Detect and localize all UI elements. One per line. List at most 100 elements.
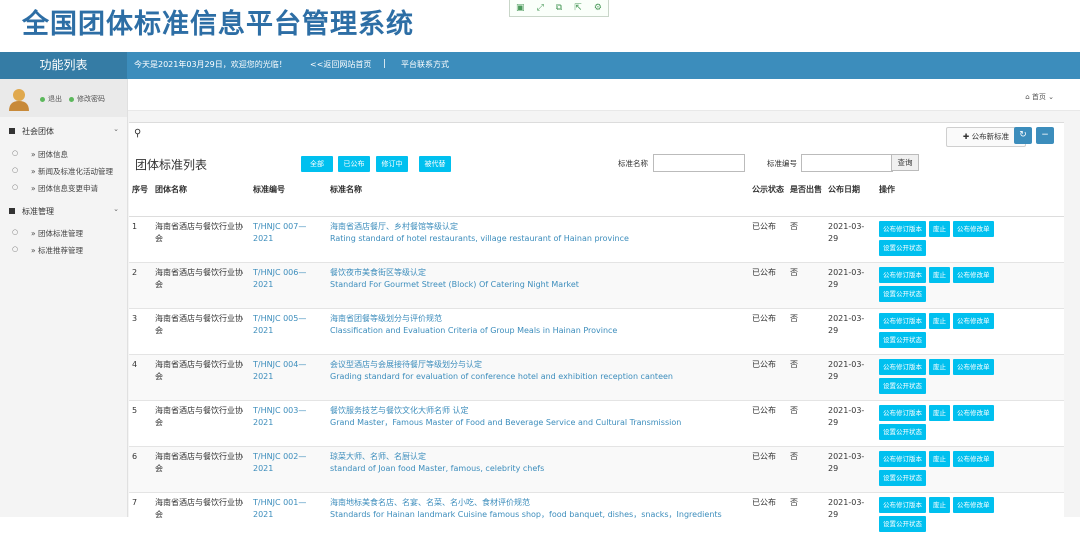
cell-actions: 公布修订版本废止公布修改单设置公开状态 [876, 309, 1064, 355]
set-visibility-button[interactable]: 设置公开状态 [879, 286, 926, 302]
cell-code[interactable]: T/HNJC 001—2021 [250, 493, 327, 538]
publish-amendment-button[interactable]: 公布修改单 [953, 313, 994, 329]
publish-revision-button[interactable]: 公布修订版本 [879, 451, 926, 467]
abolish-button[interactable]: 废止 [929, 405, 950, 421]
filter-replaced-button[interactable]: 被代替 [419, 156, 451, 172]
abolish-button[interactable]: 废止 [929, 497, 950, 513]
publish-revision-button[interactable]: 公布修订版本 [879, 359, 926, 375]
cell-name[interactable]: 餐饮服务技艺与餐饮文化大师名师 认定Grand Master，Famous Ma… [327, 401, 749, 447]
publish-amendment-button[interactable]: 公布修改单 [953, 221, 994, 237]
abolish-button[interactable]: 废止 [929, 221, 950, 237]
filter-published-button[interactable]: 已公布 [338, 156, 370, 172]
settings-icon[interactable]: ⚙ [594, 3, 602, 13]
name-en[interactable]: Grand Master，Famous Master of Food and B… [330, 417, 746, 429]
refresh-button[interactable]: ↻ [1014, 127, 1032, 144]
action-group: 公布修订版本废止公布修改单设置公开状态 [879, 451, 1029, 486]
query-button[interactable]: 查询 [891, 154, 919, 171]
set-visibility-button[interactable]: 设置公开状态 [879, 378, 926, 394]
set-visibility-button[interactable]: 设置公开状态 [879, 470, 926, 486]
publish-revision-button[interactable]: 公布修订版本 [879, 221, 926, 237]
col-header-sale: 是否出售 [787, 180, 825, 217]
home-crumb[interactable]: ⌂ 首页 ⌄ [1025, 92, 1054, 102]
cell-name[interactable]: 餐饮夜市美食街区等级认定Standard For Gourmet Street … [327, 263, 749, 309]
expand-icon[interactable]: ⤢ [537, 3, 544, 13]
table-row: 3海南省酒店与餐饮行业协会T/HNJC 005—2021海南省团餐等级划分与评价… [129, 309, 1064, 355]
collapse-button[interactable]: − [1036, 127, 1054, 144]
cell-status: 已公布 [749, 493, 787, 538]
copy-icon[interactable]: ⧉ [556, 3, 562, 13]
circle-icon: ○ [12, 245, 18, 253]
status-dot-icon [69, 97, 74, 102]
plus-icon: ✚ [963, 132, 969, 141]
standard-name-input[interactable] [653, 154, 745, 172]
cell-code[interactable]: T/HNJC 007—2021 [250, 217, 327, 263]
name-en[interactable]: standard of Joan food Master, famous, ce… [330, 463, 746, 475]
export-icon[interactable]: ⇱ [574, 3, 582, 13]
action-group: 公布修订版本废止公布修改单设置公开状态 [879, 405, 1029, 440]
greeting-text: 今天是2021年03月29日，欢迎您的光临！ [134, 52, 287, 77]
name-cn[interactable]: 海南省酒店餐厅、乡村餐馆等级认定 [330, 221, 746, 233]
publish-revision-button[interactable]: 公布修订版本 [879, 405, 926, 421]
minus-icon: − [1041, 130, 1049, 140]
cell-code[interactable]: T/HNJC 002—2021 [250, 447, 327, 493]
abolish-button[interactable]: 废止 [929, 359, 950, 375]
contact-link[interactable]: 平台联系方式 [401, 52, 449, 77]
cell-date: 2021-03-29 [825, 217, 876, 263]
table-row: 4海南省酒店与餐饮行业协会T/HNJC 004—2021会议型酒店与会展接待餐厅… [129, 355, 1064, 401]
publish-amendment-button[interactable]: 公布修改单 [953, 451, 994, 467]
cell-name[interactable]: 会议型酒店与会展接待餐厅等级划分与认定Grading standard for … [327, 355, 749, 401]
back-home-link[interactable]: <<返回网站首页 [310, 52, 371, 77]
filter-all-button[interactable]: 全部 [301, 156, 333, 172]
publish-revision-button[interactable]: 公布修订版本 [879, 313, 926, 329]
standard-name-label: 标准名称 [618, 158, 648, 169]
name-cn[interactable]: 海南地标美食名店、名宴、名菜、名小吃、食材评价规范 [330, 497, 746, 509]
name-cn[interactable]: 餐饮夜市美食街区等级认定 [330, 267, 746, 279]
standards-table: 序号 团体名称 标准编号 标准名称 公示状态 是否出售 公布日期 操作 1海南省… [129, 180, 1064, 538]
publish-amendment-button[interactable]: 公布修改单 [953, 405, 994, 421]
publish-amendment-button[interactable]: 公布修改单 [953, 497, 994, 513]
set-visibility-button[interactable]: 设置公开状态 [879, 332, 926, 348]
doc-icon[interactable]: ▣ [516, 3, 525, 13]
cell-name[interactable]: 海南省团餐等级划分与评价规范Classification and Evaluat… [327, 309, 749, 355]
name-en[interactable]: Rating standard of hotel restaurants, vi… [330, 233, 746, 245]
logout-link[interactable]: 退出 [40, 94, 62, 104]
cell-code[interactable]: T/HNJC 006—2021 [250, 263, 327, 309]
abolish-button[interactable]: 废止 [929, 313, 950, 329]
publish-revision-button[interactable]: 公布修订版本 [879, 267, 926, 283]
set-visibility-button[interactable]: 设置公开状态 [879, 424, 926, 440]
name-cn[interactable]: 琼菜大师、名师、名厨认定 [330, 451, 746, 463]
cell-name[interactable]: 海南省酒店餐厅、乡村餐馆等级认定Rating standard of hotel… [327, 217, 749, 263]
cell-name[interactable]: 琼菜大师、名师、名厨认定standard of Joan food Master… [327, 447, 749, 493]
table-row: 1海南省酒店与餐饮行业协会T/HNJC 007—2021海南省酒店餐厅、乡村餐馆… [129, 217, 1064, 263]
cell-code[interactable]: T/HNJC 004—2021 [250, 355, 327, 401]
name-cn[interactable]: 海南省团餐等级划分与评价规范 [330, 313, 746, 325]
name-en[interactable]: Standard For Gourmet Street (Block) Of C… [330, 279, 746, 291]
floating-toolbox: ▣ ⤢ ⧉ ⇱ ⚙ [509, 0, 609, 17]
name-en[interactable]: Classification and Evaluation Criteria o… [330, 325, 746, 337]
name-cn[interactable]: 会议型酒店与会展接待餐厅等级划分与认定 [330, 359, 746, 371]
cell-name[interactable]: 海南地标美食名店、名宴、名菜、名小吃、食材评价规范Standards for H… [327, 493, 749, 538]
abolish-button[interactable]: 废止 [929, 267, 950, 283]
cell-no: 6 [129, 447, 152, 493]
cell-code[interactable]: T/HNJC 003—2021 [250, 401, 327, 447]
set-visibility-button[interactable]: 设置公开状态 [879, 516, 926, 532]
cell-code[interactable]: T/HNJC 005—2021 [250, 309, 327, 355]
publish-revision-button[interactable]: 公布修订版本 [879, 497, 926, 513]
standard-code-label: 标准编号 [767, 158, 797, 169]
filter-revising-button[interactable]: 修订中 [376, 156, 408, 172]
cell-no: 3 [129, 309, 152, 355]
sidebar-group-social[interactable]: 社会团体 ⌄ [0, 122, 127, 142]
publish-amendment-button[interactable]: 公布修改单 [953, 267, 994, 283]
publish-amendment-button[interactable]: 公布修改单 [953, 359, 994, 375]
name-en[interactable]: Standards for Hainan landmark Cuisine fa… [330, 509, 746, 521]
name-cn[interactable]: 餐饮服务技艺与餐饮文化大师名师 认定 [330, 405, 746, 417]
standard-code-input[interactable] [801, 154, 893, 172]
col-header-org: 团体名称 [152, 180, 250, 217]
abolish-button[interactable]: 废止 [929, 451, 950, 467]
set-visibility-button[interactable]: 设置公开状态 [879, 240, 926, 256]
change-password-link[interactable]: 修改密码 [69, 94, 105, 104]
circle-icon: ○ [12, 228, 18, 236]
sidebar-group-standards[interactable]: 标准管理 ⌄ [0, 202, 127, 222]
name-en[interactable]: Grading standard for evaluation of confe… [330, 371, 746, 383]
sidebar-item-label: » 标准推荐管理 [31, 245, 83, 256]
